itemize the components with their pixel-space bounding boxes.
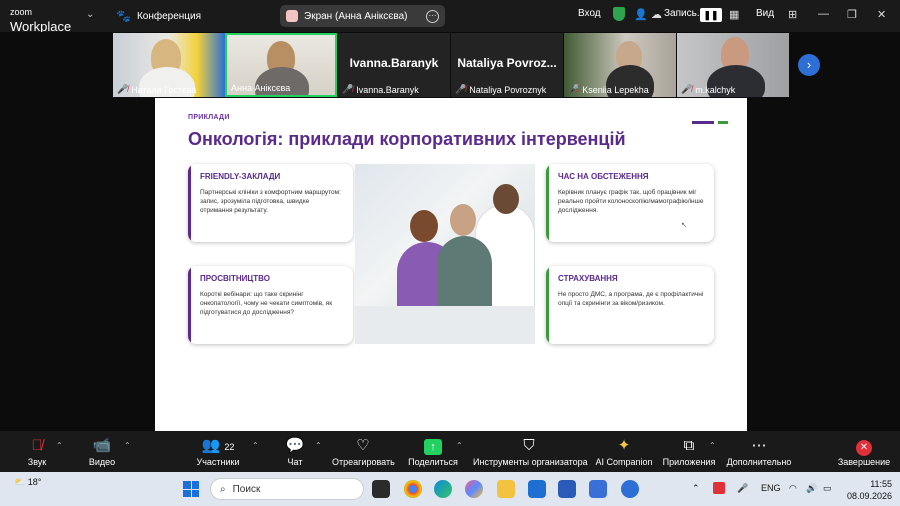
info-card: ПРОСВІТНИЦТВО Короткі вебінари: що таке … [188,266,353,344]
file-explorer-icon[interactable] [497,480,515,498]
security-shield-icon[interactable] [613,7,625,21]
info-card: FRIENDLY-ЗАКЛАДИ Партнерські клініки з к… [188,164,353,242]
participant-tile[interactable]: Ivanna.Baranyk 🎤̸ Ivanna.Baranyk [338,33,450,97]
mic-off-icon: 🎤̸ [455,84,467,94]
participant-strip: 🎤̸ Наталя Гостєва Анна Аніксєва Ivanna.Ba… [0,32,900,98]
mic-off-icon: 🎤̸ [342,84,354,94]
taskbar-search[interactable]: ⌕ Поиск [210,478,364,500]
zoom-logo: zoom Workplace [10,7,72,34]
share-screen-icon: ↑ [424,439,442,455]
mic-off-icon: 🎤̸ [681,84,693,94]
windows-taskbar: ⛅ 18° ⌕ Поиск ⌃ 🎤 ENG ◠ 🔊 ▭ 11:55 08.09.… [0,472,900,506]
slide-kicker: ПРИКЛАДИ [188,114,230,121]
participant-tile[interactable]: Nataliya Povroz... 🎤̸ Nataliya Povroznyk [451,33,563,97]
apps-options-caret[interactable]: ⌃ [709,441,716,450]
copilot-icon[interactable] [465,480,483,498]
microphone-icon[interactable]: 🎤 [737,483,748,494]
slide-title: Онкологія: приклади корпоративних інтерв… [188,129,626,149]
meeting-info-button[interactable]: 🐾 Конференция [116,9,201,23]
share-screen-button[interactable]: ↑ Поделиться [408,435,458,467]
search-icon: ⌕ [220,483,226,495]
user-icon[interactable]: 👤 [634,8,648,21]
sparkle-icon: ✦ [617,437,631,454]
apps-button[interactable]: ⧉ Приложения [662,435,716,467]
next-page-button[interactable]: › [798,54,820,76]
clock[interactable]: 11:55 08.09.2026 [847,478,892,502]
camera-icon: 📹 [92,437,112,454]
video-button[interactable]: 📹 Видео [86,435,118,467]
more-icon: ⋯ [751,437,767,454]
screen-share-pill[interactable]: Экран (Анна Аніксєва) ··· [280,5,445,27]
title-bar: zoom Workplace ⌄ 🐾 Конференция Экран (Ан… [0,0,900,34]
wifi-icon[interactable]: ◠ [789,483,797,494]
video-options-caret[interactable]: ⌃ [124,441,131,450]
chrome-icon[interactable] [404,480,422,498]
presentation-slide: ПРИКЛАДИ Онкологія: приклади корпоративн… [155,98,747,431]
windows-start-icon[interactable] [183,481,199,497]
info-card: СТРАХУВАННЯ Не просто ДМС, а програма, д… [546,266,714,344]
participants-options-caret[interactable]: ⌃ [252,441,259,450]
view-grid-icon[interactable]: ⊞ [788,8,797,21]
zoom-window: zoom Workplace ⌄ 🐾 Конференция Экран (Ан… [0,0,900,506]
audio-options-caret[interactable]: ⌃ [56,441,63,450]
share-options-caret[interactable]: ⌃ [456,441,463,450]
pause-record-button[interactable]: ❚❚ [700,8,722,22]
tray-app-icon[interactable] [713,482,725,494]
participant-tile[interactable]: 🎤̸ Наталя Гостєва [113,33,225,97]
task-view-icon[interactable] [372,480,390,498]
doctor-consultation-photo [355,164,535,344]
sun-cloud-icon: ⛅ [14,477,26,487]
participants-icon: 👥 [201,437,221,454]
apps-icon: ⧉ [683,437,695,454]
mic-muted-icon: 🎙̸ [31,437,43,454]
more-button[interactable]: ⋯ Дополнительно [726,435,792,467]
meeting-toolbar: 🎙̸ Звук ⌃ 📹 Видео ⌃ 👥 22 Участники ⌃ 💬 Ч… [0,431,900,472]
reactions-button[interactable]: ♡ Отреагировать [332,435,395,467]
ai-companion-button[interactable]: ✦ AI Companion [595,435,653,467]
close-icon[interactable]: ✕ [877,8,886,21]
audio-button[interactable]: 🎙̸ Звук [22,435,52,467]
participants-button[interactable]: 👥 22 Участники [193,435,243,467]
shield-icon: ⛉ [523,437,535,454]
chat-button[interactable]: 💬 Чат [283,435,307,467]
outlook-icon[interactable] [528,480,546,498]
presenter-avatar-icon [286,10,298,22]
recording-label[interactable]: Запись... [664,8,705,19]
chat-options-caret[interactable]: ⌃ [315,441,322,450]
chevron-down-icon[interactable]: ⌄ [86,9,94,20]
heart-icon: ♡ [356,437,370,454]
info-card: ЧАС НА ОБСТЕЖЕННЯ Керівник планує графік… [546,164,714,242]
app-icon[interactable] [589,480,607,498]
paw-icon: 🐾 [116,9,131,23]
tray-chevron-icon[interactable]: ⌃ [692,483,700,494]
volume-icon[interactable]: 🔊 [806,483,817,494]
mouse-cursor-icon: ↖ [681,222,687,229]
mic-off-icon: 🎤̸ [117,84,129,94]
view-button[interactable]: Вид [756,8,774,19]
word-icon[interactable] [558,480,576,498]
more-options-icon[interactable]: ··· [426,9,439,23]
edge-icon[interactable] [434,480,452,498]
cloud-record-icon: ☁ [651,9,662,21]
mic-off-icon: 🎤̸ [568,84,580,94]
weather-widget[interactable]: ⛅ 18° [14,477,41,488]
slide-decoration [692,111,728,129]
battery-icon[interactable]: ▭ [823,483,832,494]
participant-tile[interactable]: 🎤̸ Kseniia Lepekha [564,33,676,97]
end-meeting-button[interactable]: ✕ Завершение [837,435,891,467]
chat-icon: 💬 [285,437,305,454]
participant-tile[interactable]: 🎤̸ m.kalchyk [677,33,789,97]
zoom-taskbar-icon[interactable] [621,480,639,498]
host-tools-button[interactable]: ⛉ Инструменты организатора [473,435,588,467]
grid-icon[interactable]: ▦ [729,8,739,21]
participant-tile[interactable]: Анна Аніксєва [225,33,337,97]
language-indicator[interactable]: ENG [761,483,781,493]
restore-icon[interactable]: ❐ [847,8,857,21]
shared-screen: ПРИКЛАДИ Онкологія: приклади корпоративн… [0,98,900,431]
minimize-icon[interactable]: — [818,8,829,20]
end-icon: ✕ [856,440,872,456]
signin-button[interactable]: Вход [578,8,601,19]
